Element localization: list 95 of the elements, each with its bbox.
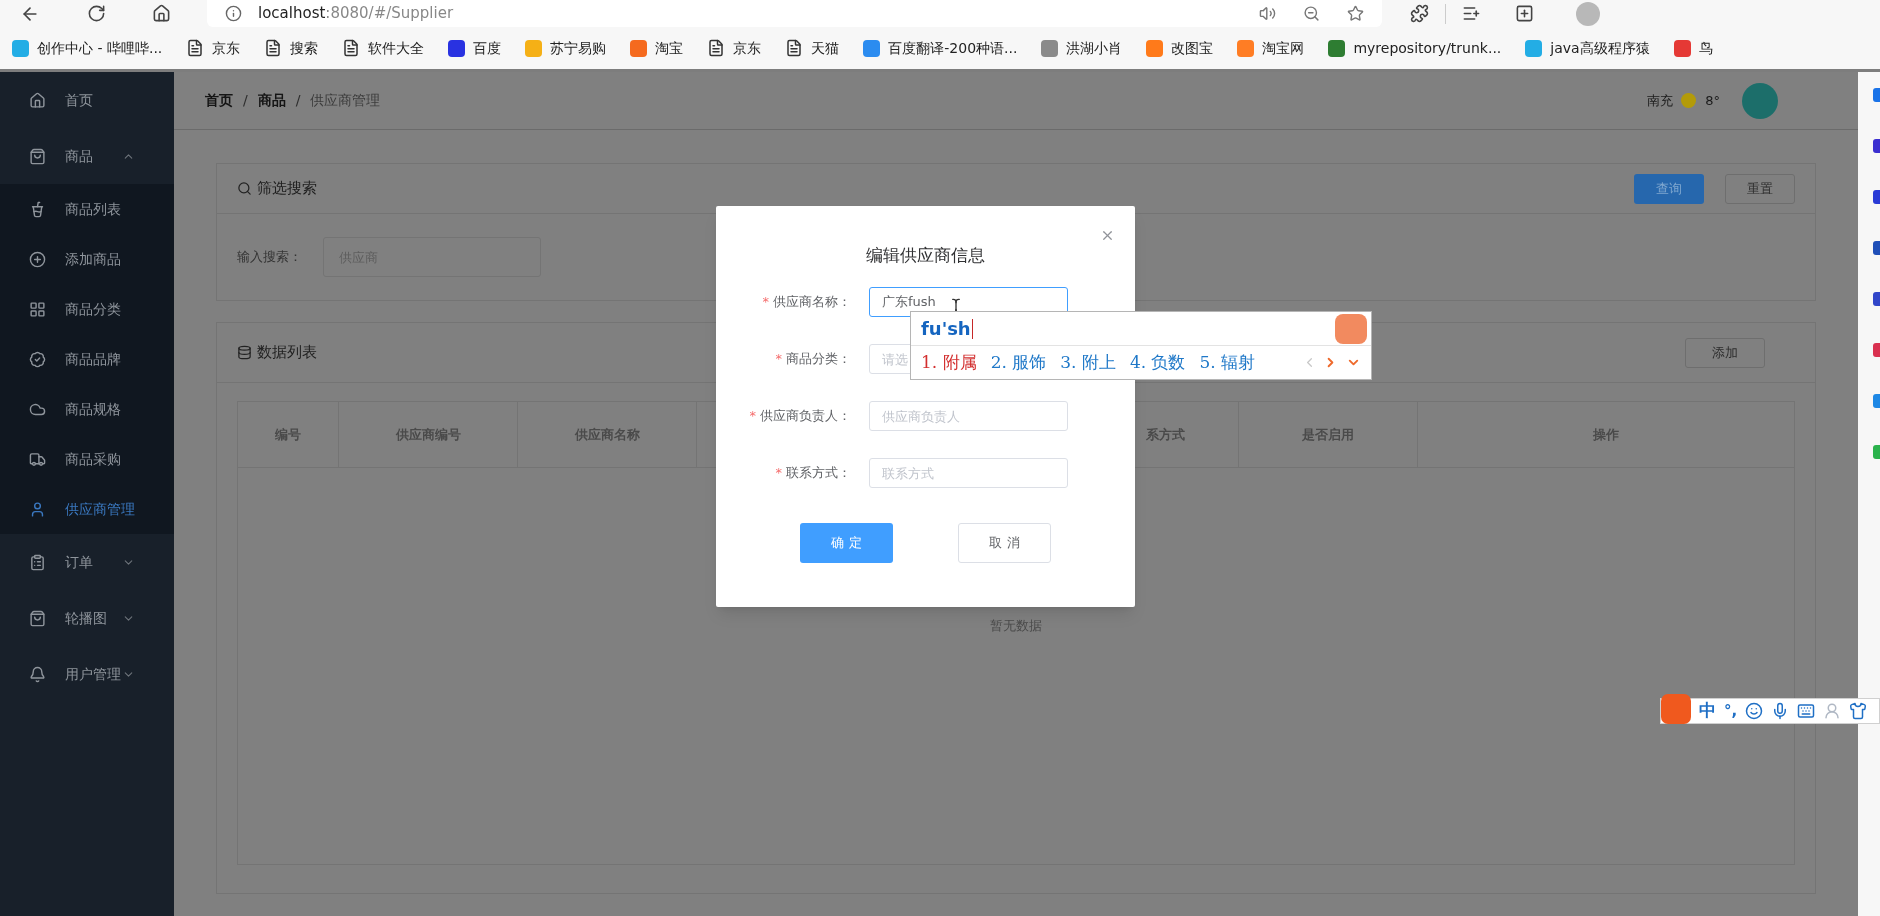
bookmark[interactable]: 天猫: [785, 37, 840, 59]
add-button[interactable]: 添加: [1685, 337, 1765, 368]
required-mark: *: [775, 464, 782, 483]
sidebar-item[interactable]: 供应商管理: [0, 484, 174, 534]
sidebar-item[interactable]: 商品分类: [0, 284, 174, 334]
read-aloud-icon[interactable]: [1259, 5, 1276, 22]
page-icon: [186, 39, 205, 57]
bookmark[interactable]: 京东: [707, 37, 762, 59]
menu-icon: [29, 300, 46, 318]
bookmark[interactable]: 洪湖小肖: [1041, 37, 1123, 59]
sidebar-item[interactable]: 商品列表: [0, 184, 174, 234]
required-mark: *: [762, 293, 769, 312]
breadcrumb-item[interactable]: 首页: [205, 90, 233, 111]
menu-icon: [29, 250, 46, 268]
extensions-icon[interactable]: [1410, 4, 1429, 23]
bookmark[interactable]: 京东: [186, 37, 241, 59]
ime-candidate[interactable]: 5. 辐射: [1199, 349, 1256, 376]
reset-button[interactable]: 重置: [1725, 173, 1795, 204]
input-mode[interactable]: 中: [1699, 698, 1716, 724]
required-mark: *: [749, 407, 756, 426]
address-text: localhost:8080/#/Supplier: [258, 3, 454, 25]
close-icon[interactable]: [1100, 228, 1115, 243]
search-icon: [237, 181, 252, 196]
menu-icon: [29, 553, 46, 571]
page-icon: [264, 39, 283, 57]
field-label: 供应商名称：: [773, 293, 851, 312]
bookmark[interactable]: myrepository/trunk...: [1328, 37, 1502, 59]
home-icon[interactable]: [152, 4, 171, 23]
bookmark[interactable]: java高级程序猿: [1525, 37, 1650, 59]
sidebar-item[interactable]: 商品规格: [0, 384, 174, 434]
caret-icon: [971, 318, 973, 339]
bookmark[interactable]: 淘宝网: [1237, 37, 1305, 59]
page-icon: [785, 39, 804, 57]
dialog-title: 编辑供应商信息: [866, 243, 985, 267]
field-label: 联系方式：: [786, 464, 851, 483]
menu-icon: [29, 147, 46, 165]
bookmark[interactable]: 淘宝: [630, 37, 684, 59]
input-field[interactable]: 供应商负责人: [869, 401, 1068, 431]
info-icon: [225, 5, 242, 22]
ime-candidate[interactable]: 2. 服饰: [990, 349, 1047, 376]
breadcrumb-item[interactable]: 商品: [257, 90, 286, 111]
bookmark[interactable]: 创作中心 - 哔哩哔...: [12, 37, 163, 59]
bookmark[interactable]: 百度: [448, 37, 502, 59]
keyboard-icon[interactable]: [1797, 702, 1816, 720]
address-bar[interactable]: localhost:8080/#/Supplier: [207, 0, 1382, 27]
sidebar-item[interactable]: 添加商品: [0, 234, 174, 284]
field-label: 供应商负责人：: [760, 407, 851, 426]
favorite-icon[interactable]: [1347, 5, 1364, 22]
field-label: 商品分类：: [786, 350, 851, 369]
menu-icon: [29, 500, 46, 518]
input-field[interactable]: 联系方式: [869, 458, 1068, 488]
profile-avatar[interactable]: [1576, 1, 1600, 26]
input-field[interactable]: 广东fush: [869, 287, 1068, 317]
menu-icon: [29, 350, 46, 368]
database-icon: [237, 345, 252, 360]
bookmark[interactable]: 鸟: [1673, 37, 1713, 59]
bookmark[interactable]: 百度翻译-200种语...: [863, 37, 1018, 59]
bookmark[interactable]: 苏宁易购: [525, 37, 607, 59]
refresh-icon[interactable]: [87, 4, 106, 23]
sidebar-item[interactable]: 商品采购: [0, 434, 174, 484]
cancel-button[interactable]: 取 消: [958, 523, 1051, 563]
search-label: 输入搜索：: [237, 248, 302, 267]
menu-icon: [29, 91, 46, 109]
menu-icon: [29, 450, 46, 468]
sun-icon: [1681, 93, 1697, 108]
card-title: 筛选搜索: [257, 178, 317, 200]
emoji-icon[interactable]: [1745, 702, 1764, 720]
collections-icon[interactable]: [1515, 4, 1534, 23]
ime-candidate[interactable]: 1. 附属: [921, 349, 977, 376]
menu-icon: [29, 665, 46, 683]
menu-icon: [29, 609, 46, 627]
zoom-out-icon[interactable]: [1303, 5, 1320, 22]
bookmark[interactable]: 软件大全: [342, 37, 425, 59]
page-icon: [707, 39, 726, 57]
punctuation-mode[interactable]: °,: [1724, 699, 1738, 723]
bookmark[interactable]: 改图宝: [1146, 37, 1214, 59]
ime-logo-icon[interactable]: [1661, 694, 1691, 724]
breadcrumb-separator: /: [243, 91, 248, 110]
required-mark: *: [775, 350, 782, 369]
breadcrumb-separator: /: [295, 91, 301, 110]
ime-logo-icon: [1335, 313, 1367, 344]
skin-icon[interactable]: [1849, 702, 1868, 720]
bookmark[interactable]: 搜索: [264, 37, 319, 59]
menu-icon: [29, 200, 46, 218]
breadcrumb-item: 供应商管理: [310, 91, 381, 110]
ime-candidate[interactable]: 3. 附上: [1060, 349, 1116, 376]
card-title: 数据列表: [257, 342, 317, 364]
page-icon: [342, 39, 361, 57]
sidebar-item[interactable]: 商品品牌: [0, 334, 174, 384]
favorites-icon[interactable]: [1462, 4, 1481, 23]
user-icon[interactable]: [1823, 702, 1842, 720]
ime-composition: fu'sh: [921, 317, 971, 341]
city-name: 南充: [1647, 91, 1674, 110]
ime-candidate[interactable]: 4. 负数: [1129, 349, 1186, 376]
temperature: 8°: [1705, 91, 1720, 110]
